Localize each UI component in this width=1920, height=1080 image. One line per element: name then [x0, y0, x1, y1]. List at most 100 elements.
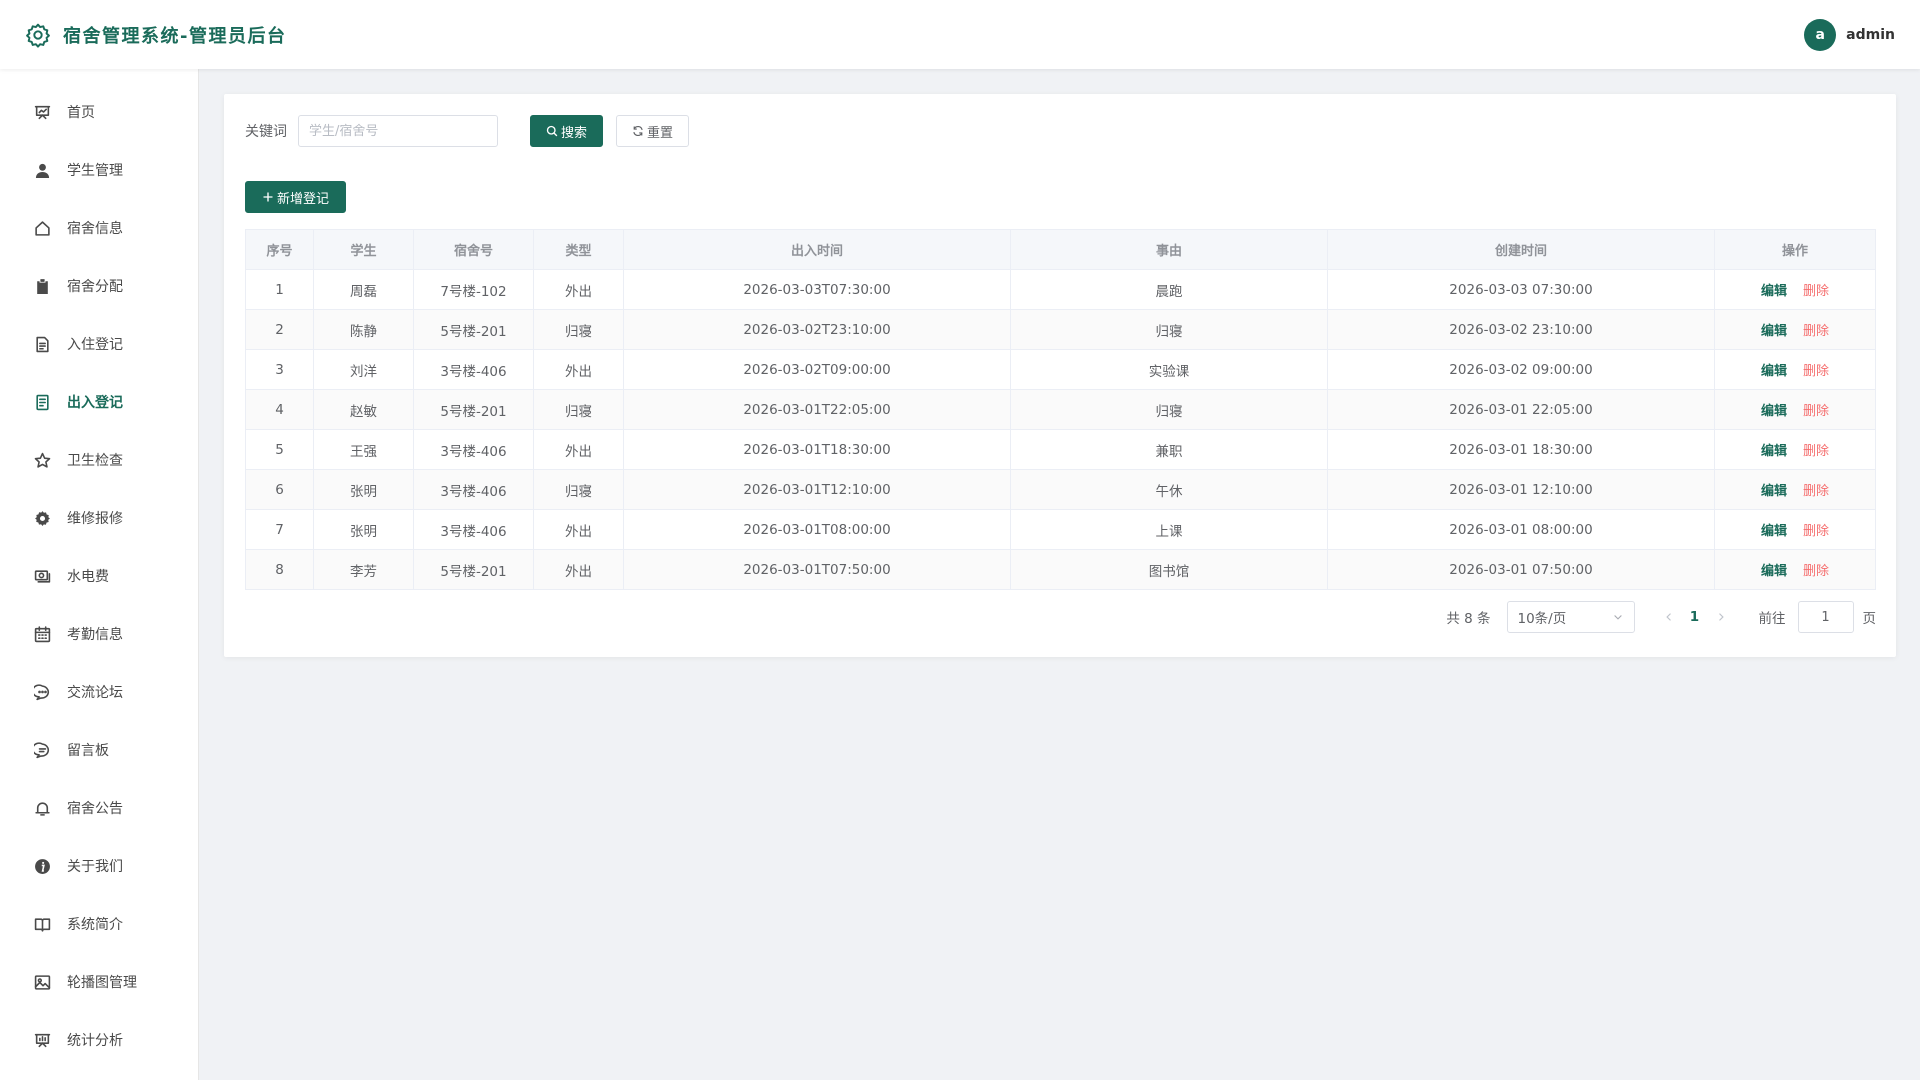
table-cell: 2026-03-01 18:30:00 [1327, 429, 1715, 470]
column-header: 操作 [1714, 229, 1876, 270]
delete-button[interactable]: 删除 [1803, 364, 1829, 379]
table-header-row: 序号 学生 宿舍号 类型 出入时间 事由 创建时间 操作 [245, 229, 1876, 270]
prev-page-button[interactable] [1663, 611, 1675, 623]
table-cell: 归寝 [533, 309, 624, 350]
table-cell: 外出 [533, 349, 624, 390]
table-cell: 2026-03-01 08:00:00 [1327, 509, 1715, 550]
gear-icon [25, 22, 51, 48]
sidebar-item-label: 入住登记 [67, 337, 123, 353]
edit-button[interactable]: 编辑 [1761, 524, 1787, 539]
table-row: 3 刘洋 3号楼-406 外出 2026-03-02T09:00:00 实验课 2026-0… [245, 349, 1876, 390]
tickets-icon [34, 394, 51, 411]
add-record-label: 新增登记 [277, 191, 330, 207]
table-cell: 赵敏 [313, 389, 414, 430]
table-cell: 3号楼-406 [413, 509, 534, 550]
edit-button[interactable]: 编辑 [1761, 564, 1787, 579]
sidebar-item-10[interactable]: 考勤信息 [0, 605, 198, 663]
table-row: 5 王强 3号楼-406 外出 2026-03-01T18:30:00 兼职 2026-03… [245, 429, 1876, 470]
actions-cell: 编辑 删除 [1714, 309, 1876, 350]
table-cell: 8 [245, 549, 314, 590]
sidebar-item-9[interactable]: 水电费 [0, 547, 198, 605]
table-cell: 归寝 [1010, 309, 1328, 350]
money-icon [34, 568, 51, 585]
records-table: 序号 学生 宿舍号 类型 出入时间 事由 创建时间 操作 1 周磊 7号楼-102 外出 2026-0… [245, 229, 1876, 590]
table-cell: 兼职 [1010, 429, 1328, 470]
table-cell: 2026-03-01T08:00:00 [623, 509, 1011, 550]
clipboard-icon [34, 278, 51, 295]
username[interactable]: admin [1846, 27, 1895, 43]
page-size-select[interactable]: 10条/页 [1506, 601, 1635, 633]
sidebar-item-14[interactable]: 关于我们 [0, 837, 198, 895]
sidebar-item-11[interactable]: 交流论坛 [0, 663, 198, 721]
sidebar-item-16[interactable]: 轮播图管理 [0, 953, 198, 1011]
table-cell: 午休 [1010, 469, 1328, 510]
edit-button[interactable]: 编辑 [1761, 284, 1787, 299]
sidebar-item-4[interactable]: 宿舍分配 [0, 257, 198, 315]
table-cell: 7号楼-102 [413, 269, 534, 310]
edit-button[interactable]: 编辑 [1761, 364, 1787, 379]
search-button[interactable]: 搜索 [530, 115, 604, 147]
sidebar-item-3[interactable]: 宿舍信息 [0, 199, 198, 257]
sidebar-item-8[interactable]: 维修报修 [0, 489, 198, 547]
page-suffix: 页 [1862, 611, 1877, 627]
user-menu[interactable]: a admin [1804, 18, 1895, 51]
table-cell: 6 [245, 469, 314, 510]
actions-cell: 编辑 删除 [1714, 349, 1876, 390]
table-cell: 图书馆 [1010, 549, 1328, 590]
goto-label: 前往 [1758, 611, 1786, 627]
reset-button[interactable]: 重置 [616, 115, 690, 147]
sidebar-item-7[interactable]: 卫生检查 [0, 431, 198, 489]
edit-button[interactable]: 编辑 [1761, 484, 1787, 499]
add-record-button[interactable]: 新增登记 [245, 181, 347, 213]
actions-cell: 编辑 删除 [1714, 509, 1876, 550]
pagination: 共 8 条 10条/页 1 前往 页 [1446, 601, 1876, 633]
avatar[interactable]: a [1804, 18, 1837, 51]
delete-button[interactable]: 删除 [1803, 404, 1829, 419]
sidebar-item-label: 统计分析 [67, 1033, 123, 1049]
actions-cell: 编辑 删除 [1714, 549, 1876, 590]
next-page-button[interactable] [1715, 611, 1727, 623]
sidebar-item-1[interactable]: 首页 [0, 83, 198, 141]
table-row: 8 李芳 5号楼-201 外出 2026-03-01T07:50:00 图书馆 2026-0… [245, 549, 1876, 590]
table-cell: 归寝 [1010, 389, 1328, 430]
table-cell: 外出 [533, 269, 624, 310]
sidebar-item-12[interactable]: 留言板 [0, 721, 198, 779]
column-header: 事由 [1010, 229, 1328, 270]
table-cell: 2026-03-03T07:30:00 [623, 269, 1011, 310]
sidebar-item-label: 考勤信息 [67, 627, 123, 643]
sidebar-item-label: 宿舍分配 [67, 279, 123, 295]
app-title: 宿舍管理系统-管理员后台 [63, 25, 287, 47]
keyword-search-input[interactable] [298, 115, 498, 147]
table-row: 7 张明 3号楼-406 外出 2026-03-01T08:00:00 上课 2026-03… [245, 509, 1876, 550]
main-card: 关键词 搜索 重置 新增登记 序号学生宿舍号类型出入时间事由 [224, 94, 1896, 657]
sidebar-item-6[interactable]: 出入登记 [0, 373, 198, 431]
delete-button[interactable]: 删除 [1803, 284, 1829, 299]
table-cell: 王强 [313, 429, 414, 470]
edit-button[interactable]: 编辑 [1761, 324, 1787, 339]
table-cell: 1 [245, 269, 314, 310]
delete-button[interactable]: 删除 [1803, 564, 1829, 579]
delete-button[interactable]: 删除 [1803, 524, 1829, 539]
sidebar-item-17[interactable]: 统计分析 [0, 1011, 198, 1069]
sidebar-item-15[interactable]: 系统简介 [0, 895, 198, 953]
delete-button[interactable]: 删除 [1803, 324, 1829, 339]
sidebar-item-2[interactable]: 学生管理 [0, 141, 198, 199]
edit-button[interactable]: 编辑 [1761, 404, 1787, 419]
edit-button[interactable]: 编辑 [1761, 444, 1787, 459]
sidebar-item-5[interactable]: 入住登记 [0, 315, 198, 373]
goto-page-input[interactable] [1797, 601, 1854, 633]
calendar-icon [34, 625, 51, 643]
table-cell: 2026-03-01T22:05:00 [623, 389, 1011, 430]
sidebar-item-label: 留言板 [67, 743, 109, 759]
table-cell: 陈静 [313, 309, 414, 350]
column-header: 类型 [533, 229, 624, 270]
table-cell: 归寝 [533, 469, 624, 510]
column-header: 序号 [245, 229, 314, 270]
table-cell: 归寝 [533, 389, 624, 430]
page-number-current[interactable]: 1 [1689, 609, 1701, 625]
delete-button[interactable]: 删除 [1803, 444, 1829, 459]
delete-button[interactable]: 删除 [1803, 484, 1829, 499]
table-cell: 5号楼-201 [413, 309, 534, 350]
table-cell: 2026-03-02 23:10:00 [1327, 309, 1715, 350]
sidebar-item-13[interactable]: 宿舍公告 [0, 779, 198, 837]
